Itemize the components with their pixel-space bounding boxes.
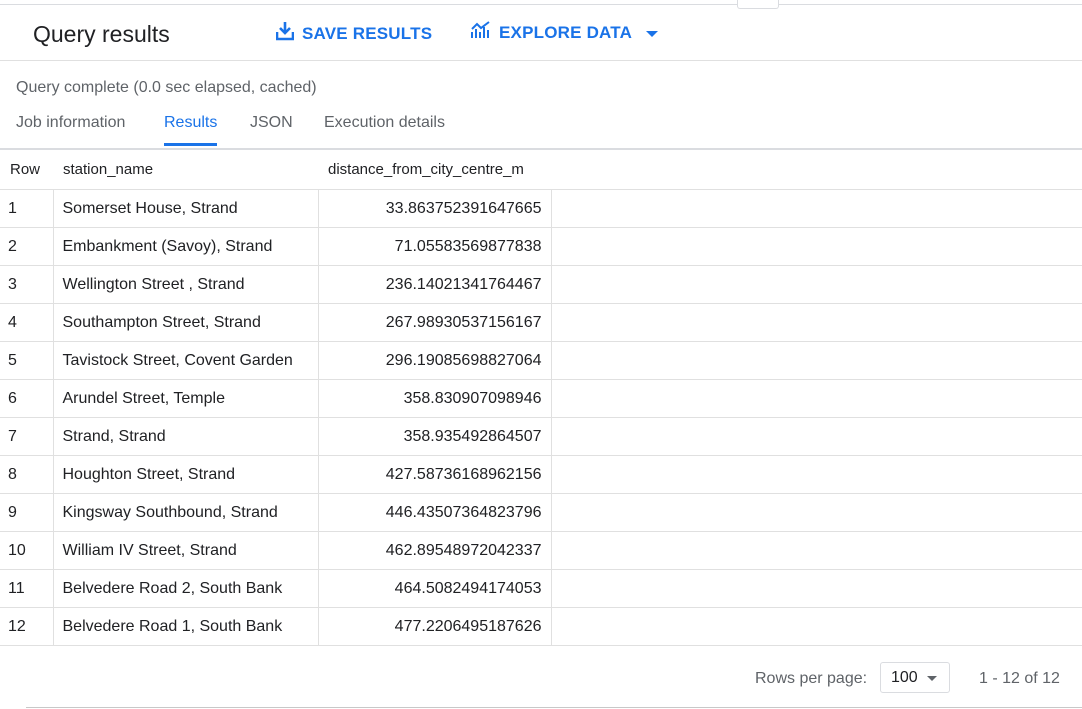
station-name-cell[interactable]: Embankment (Savoy), Strand bbox=[53, 227, 319, 266]
distance-cell[interactable]: 358.935492864507 bbox=[318, 417, 552, 456]
page-title: Query results bbox=[33, 21, 170, 47]
column-header-distance[interactable]: distance_from_city_centre_m bbox=[318, 150, 551, 190]
row-filler-cell bbox=[551, 569, 1082, 608]
tab-json[interactable]: JSON bbox=[250, 114, 293, 146]
row-filler-cell bbox=[551, 455, 1082, 494]
distance-cell[interactable]: 446.43507364823796 bbox=[318, 493, 552, 532]
table-row[interactable]: 12 Belvedere Road 1, South Bank 477.220649… bbox=[0, 607, 1082, 646]
column-header-row[interactable]: Row bbox=[0, 150, 53, 190]
query-status: Query complete (0.0 sec elapsed, cached) bbox=[16, 79, 317, 96]
table-row[interactable]: 4 Southampton Street, Strand 267.989305371… bbox=[0, 303, 1082, 342]
distance-cell[interactable]: 358.830907098946 bbox=[318, 379, 552, 418]
rows-per-page-select[interactable]: 100 bbox=[880, 662, 950, 693]
row-number-cell[interactable]: 4 bbox=[0, 303, 54, 342]
tab-results[interactable]: Results bbox=[164, 114, 218, 146]
table-row[interactable]: 2 Embankment (Savoy), Strand 71.0558356987… bbox=[0, 227, 1082, 266]
station-name-cell[interactable]: Kingsway Southbound, Strand bbox=[53, 493, 319, 532]
row-number-cell[interactable]: 3 bbox=[0, 265, 54, 304]
station-name-cell[interactable]: William IV Street, Strand bbox=[53, 531, 319, 570]
row-filler-cell bbox=[551, 189, 1082, 228]
results-table: Row station_name distance_from_city_cent… bbox=[0, 150, 1082, 646]
distance-cell[interactable]: 71.05583569877838 bbox=[318, 227, 552, 266]
query-results-panel: Query results SAVE RESULTS EXPLORE DATA … bbox=[0, 0, 1082, 709]
distance-cell[interactable]: 477.2206495187626 bbox=[318, 607, 552, 646]
row-number-cell[interactable]: 7 bbox=[0, 417, 54, 456]
row-filler-cell bbox=[551, 265, 1082, 304]
row-filler-cell bbox=[551, 531, 1082, 570]
row-number-cell[interactable]: 8 bbox=[0, 455, 54, 494]
row-number-cell[interactable]: 10 bbox=[0, 531, 54, 570]
row-number-cell[interactable]: 1 bbox=[0, 189, 54, 228]
caret-down-icon[interactable] bbox=[646, 30, 659, 37]
station-name-cell[interactable]: Houghton Street, Strand bbox=[53, 455, 319, 494]
tab-job-information[interactable]: Job information bbox=[16, 114, 125, 146]
column-header-station-name[interactable]: station_name bbox=[53, 150, 318, 190]
pagination-footer: Rows per page: 100 1 - 12 of 12 bbox=[0, 647, 1082, 709]
row-number-cell[interactable]: 11 bbox=[0, 569, 54, 608]
table-row[interactable]: 8 Houghton Street, Strand 427.587361689621… bbox=[0, 455, 1082, 494]
row-number-cell[interactable]: 9 bbox=[0, 493, 54, 532]
row-number-cell[interactable]: 6 bbox=[0, 379, 54, 418]
station-name-cell[interactable]: Belvedere Road 2, South Bank bbox=[53, 569, 319, 608]
table-body: 1 Somerset House, Strand 33.86375239164766… bbox=[0, 189, 1082, 646]
rows-per-page-value: 100 bbox=[891, 669, 918, 686]
chart-icon bbox=[471, 21, 499, 44]
distance-cell[interactable]: 296.19085698827064 bbox=[318, 341, 552, 380]
station-name-cell[interactable]: Belvedere Road 1, South Bank bbox=[53, 607, 319, 646]
table-row[interactable]: 9 Kingsway Southbound, Strand 446.43507364… bbox=[0, 493, 1082, 532]
distance-cell[interactable]: 464.5082494174053 bbox=[318, 569, 552, 608]
caret-down-icon bbox=[927, 676, 937, 681]
table-row[interactable]: 6 Arundel Street, Temple 358.830907098946 bbox=[0, 379, 1082, 418]
distance-cell[interactable]: 462.89548972042337 bbox=[318, 531, 552, 570]
distance-cell[interactable]: 267.98930537156167 bbox=[318, 303, 552, 342]
station-name-cell[interactable]: Somerset House, Strand bbox=[53, 189, 319, 228]
distance-cell[interactable]: 427.58736168962156 bbox=[318, 455, 552, 494]
table-row[interactable]: 11 Belvedere Road 2, South Bank 464.508249… bbox=[0, 569, 1082, 608]
table-row[interactable]: 3 Wellington Street , Strand 236.140213417… bbox=[0, 265, 1082, 304]
tab-execution-details[interactable]: Execution details bbox=[324, 114, 445, 146]
row-filler-cell bbox=[551, 417, 1082, 456]
results-header: Query results SAVE RESULTS EXPLORE DATA bbox=[0, 5, 1082, 61]
table-row[interactable]: 5 Tavistock Street, Covent Garden 296.1908… bbox=[0, 341, 1082, 380]
table-header-row: Row station_name distance_from_city_cent… bbox=[0, 150, 1082, 190]
station-name-cell[interactable]: Southampton Street, Strand bbox=[53, 303, 319, 342]
station-name-cell[interactable]: Tavistock Street, Covent Garden bbox=[53, 341, 319, 380]
station-name-cell[interactable]: Strand, Strand bbox=[53, 417, 319, 456]
station-name-cell[interactable]: Wellington Street , Strand bbox=[53, 265, 319, 304]
table-row[interactable]: 1 Somerset House, Strand 33.86375239164766… bbox=[0, 189, 1082, 228]
distance-cell[interactable]: 33.863752391647665 bbox=[318, 189, 552, 228]
row-filler-cell bbox=[551, 303, 1082, 342]
rows-per-page-label: Rows per page: bbox=[755, 670, 868, 687]
save-results-label: SAVE RESULTS bbox=[302, 23, 433, 43]
row-filler-cell bbox=[551, 379, 1082, 418]
footer-divider bbox=[26, 707, 1082, 708]
explore-data-label: EXPLORE DATA bbox=[499, 22, 633, 42]
row-number-cell[interactable]: 5 bbox=[0, 341, 54, 380]
row-filler-cell bbox=[551, 227, 1082, 266]
pagination-range: 1 - 12 of 12 bbox=[979, 670, 1060, 687]
table-row[interactable]: 10 William IV Street, Strand 462.895489720… bbox=[0, 531, 1082, 570]
row-filler-cell bbox=[551, 607, 1082, 646]
download-icon bbox=[275, 21, 302, 46]
save-results-button[interactable]: SAVE RESULTS bbox=[275, 21, 433, 46]
explore-data-button[interactable]: EXPLORE DATA bbox=[471, 21, 659, 44]
station-name-cell[interactable]: Arundel Street, Temple bbox=[53, 379, 319, 418]
row-filler-cell bbox=[551, 493, 1082, 532]
table-row[interactable]: 7 Strand, Strand 358.935492864507 bbox=[0, 417, 1082, 456]
row-number-cell[interactable]: 12 bbox=[0, 607, 54, 646]
column-header-filler bbox=[551, 150, 1082, 190]
row-filler-cell bbox=[551, 341, 1082, 380]
row-number-cell[interactable]: 2 bbox=[0, 227, 54, 266]
distance-cell[interactable]: 236.14021341764467 bbox=[318, 265, 552, 304]
